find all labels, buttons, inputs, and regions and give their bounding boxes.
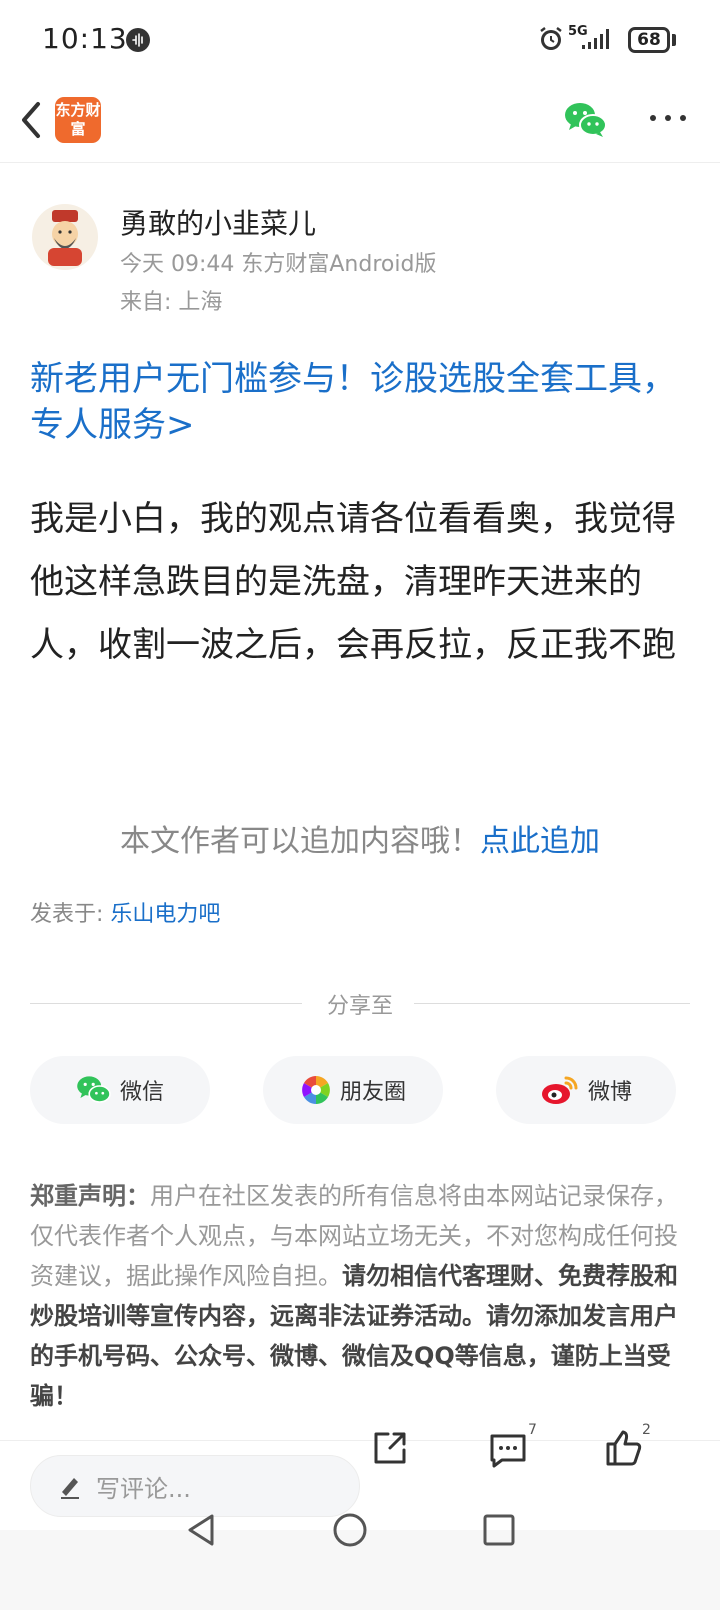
moments-icon xyxy=(302,1076,330,1104)
more-options-icon[interactable] xyxy=(648,108,688,128)
share-moments-label: 朋友圈 xyxy=(339,1080,406,1105)
post-content: 我是小白，我的观点请各位看看奥，我觉得他这样急跌目的是洗盘，清理昨天进来的人，收… xyxy=(30,499,676,665)
append-hint-text: 本文作者可以追加内容哦！ xyxy=(120,824,480,859)
share-wechat-button[interactable]: 微信 xyxy=(30,1056,210,1124)
like-count: 2 xyxy=(642,1422,651,1438)
share-wechat-label: 微信 xyxy=(119,1080,164,1105)
promo-link[interactable]: 新老用户无门槛参与！诊股选股全套工具，专人服务> xyxy=(30,356,680,448)
nav-recents-icon[interactable] xyxy=(482,1513,516,1547)
share-weibo-label: 微博 xyxy=(587,1080,632,1105)
append-hint: 本文作者可以追加内容哦！点此追加 xyxy=(0,816,720,860)
battery-level: 68 xyxy=(628,27,670,53)
share-weibo-button[interactable]: 微博 xyxy=(496,1056,676,1124)
alarm-icon xyxy=(540,27,562,50)
wechat-icon xyxy=(77,1076,111,1103)
forum-link[interactable]: 乐山电力吧 xyxy=(110,902,220,927)
status-time: 10:13 xyxy=(42,22,128,55)
comment-placeholder[interactable]: 写评论... xyxy=(96,1469,191,1504)
author-avatar[interactable] xyxy=(32,204,98,270)
status-bar: 10:13 5G 68 xyxy=(0,0,720,80)
divider-right xyxy=(414,1003,690,1004)
share-external-icon[interactable] xyxy=(370,1428,410,1468)
share-moments-button[interactable]: 朋友圈 xyxy=(263,1056,443,1124)
posted-in-label: 发表于: xyxy=(30,902,111,927)
top-nav-bar xyxy=(0,82,720,163)
comment-count: 7 xyxy=(528,1422,537,1438)
post-time-source: 今天 09:44 东方财富Android版 xyxy=(120,252,437,277)
disclaimer-lead: 郑重声明： xyxy=(30,1182,150,1210)
battery-tip xyxy=(672,34,676,46)
nav-back-icon[interactable] xyxy=(184,1512,220,1548)
comment-icon[interactable] xyxy=(488,1430,528,1470)
append-link[interactable]: 点此追加 xyxy=(480,824,600,859)
like-icon[interactable] xyxy=(604,1428,644,1468)
share-title: 分享至 xyxy=(326,994,393,1019)
weibo-icon xyxy=(541,1076,578,1104)
tiktok-icon xyxy=(126,28,150,52)
post-location: 来自: 上海 xyxy=(120,290,223,315)
wechat-share-icon[interactable] xyxy=(564,100,608,140)
nav-home-icon[interactable] xyxy=(332,1512,368,1548)
disclaimer: 郑重声明：用户在社区发表的所有信息将由本网站记录保存，仅代表作者个人观点，与本网… xyxy=(30,1176,692,1416)
signal-icon xyxy=(582,29,609,49)
back-arrow-icon[interactable] xyxy=(16,98,46,142)
author-name[interactable]: 勇敢的小韭菜儿 xyxy=(120,202,316,242)
posted-in: 发表于: 乐山电力吧 xyxy=(30,896,220,928)
app-logo: 东方财富 xyxy=(55,97,101,143)
pen-icon xyxy=(61,1478,79,1499)
